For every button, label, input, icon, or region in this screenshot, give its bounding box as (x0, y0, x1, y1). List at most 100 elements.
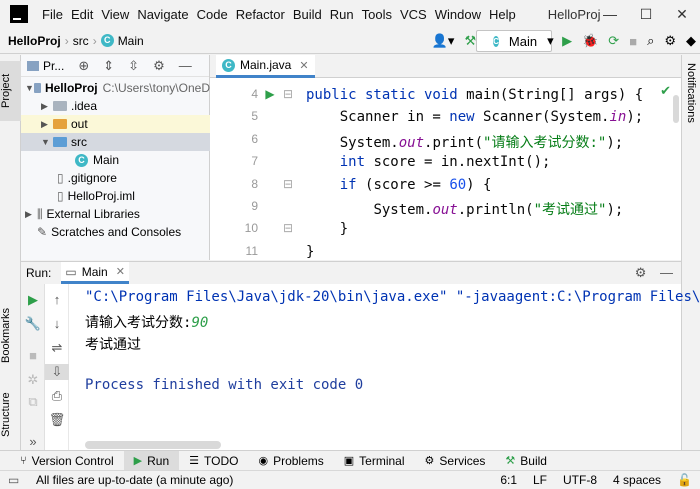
tree-item-iml[interactable]: ▯ HelloProj.iml (21, 187, 210, 205)
breadcrumb-main[interactable]: Main (118, 34, 144, 48)
scroll-to-end-icon[interactable]: ⇩ (45, 364, 69, 380)
file-icon: ▯ (57, 189, 64, 203)
tree-item-external-libraries[interactable]: ▶ ⫼ External Libraries (21, 205, 210, 223)
arrow-down-icon[interactable]: ↓ (45, 316, 69, 331)
run-tab-main[interactable]: ▭ Main ✕ (61, 262, 129, 284)
toggle-tool-windows-icon[interactable]: ▭ (8, 473, 19, 487)
run-gutter-icon[interactable]: ▶ (264, 87, 276, 101)
rerun-icon[interactable]: ▶ (21, 292, 45, 308)
menu-run[interactable]: Run (330, 7, 354, 22)
jetbrains-icon[interactable]: ◆ (686, 33, 696, 49)
maximize-button[interactable]: ☐ (628, 0, 664, 28)
tool-tab-version-control[interactable]: ⑂ Version Control (10, 451, 124, 471)
gear-icon[interactable]: ⚙ (635, 265, 647, 280)
right-tool-strip: Notifications (681, 55, 700, 450)
gear-icon[interactable]: ⚙ (153, 58, 165, 74)
hide-icon[interactable]: — (179, 58, 192, 73)
menu-help[interactable]: Help (489, 7, 516, 22)
tree-item-scratches[interactable]: ✎ Scratches and Consoles (21, 223, 210, 241)
menu-edit[interactable]: Edit (71, 7, 93, 22)
menu-tools[interactable]: Tools (362, 7, 392, 22)
minimize-button[interactable]: — (592, 0, 628, 28)
bottom-tool-tabs: ⑂ Version Control ▶ Run ☰ TODO ◉ Problem… (0, 450, 700, 471)
run-config-select[interactable]: C Main ▾ (476, 30, 554, 52)
horizontal-scrollbar[interactable] (85, 441, 221, 449)
structure-tool-tab[interactable]: Structure (0, 380, 21, 450)
wrench-icon[interactable]: 🔧 (21, 316, 45, 332)
run-toolbar-primary: ▶ 🔧 ■ ✲ ⧉ » (21, 284, 45, 451)
console-exit-message: Process finished with exit code 0 (85, 377, 364, 393)
status-message[interactable]: All files are up-to-date (a minute ago) (36, 473, 233, 487)
tool-tab-build[interactable]: ⚒ Build (495, 451, 557, 471)
tool-tab-services[interactable]: ⚙ Services (415, 451, 496, 471)
menu-refactor[interactable]: Refactor (236, 7, 285, 22)
menu-window[interactable]: Window (435, 7, 481, 22)
hide-icon[interactable]: — (660, 265, 673, 280)
close-icon[interactable]: ✕ (116, 265, 125, 278)
tree-item-gitignore[interactable]: ▯ .gitignore (21, 169, 210, 187)
settings-icon[interactable]: ⚙ (664, 33, 676, 49)
tool-tab-todo[interactable]: ☰ TODO (179, 451, 248, 471)
expand-all-icon[interactable]: ⇕ (103, 58, 114, 74)
arrow-up-icon[interactable]: ↑ (45, 292, 69, 307)
tree-item-src[interactable]: ▼ src (21, 133, 210, 151)
menu-navigate[interactable]: Navigate (137, 7, 188, 22)
class-icon: C (75, 153, 88, 167)
fold-icon[interactable]: ⊟ (282, 221, 294, 235)
fold-icon[interactable]: ⊟ (282, 177, 294, 191)
target-icon[interactable]: ⊕ (78, 58, 89, 74)
run-label: Run: (26, 266, 52, 280)
lock-icon[interactable]: 🔓 (677, 473, 692, 487)
debug-icon[interactable]: 🐞 (582, 33, 598, 49)
tab-main-java[interactable]: C Main.java ✕ (216, 55, 315, 78)
tree-item-main[interactable]: C Main (21, 151, 210, 169)
stop-icon[interactable]: ■ (629, 34, 637, 49)
search-icon[interactable]: ⌕ (647, 33, 654, 49)
line-number: 4 (251, 87, 258, 101)
tool-tab-terminal[interactable]: ▣ Terminal (334, 451, 415, 471)
soft-wrap-icon[interactable]: ⇌ (45, 340, 69, 356)
breadcrumb-project[interactable]: HelloProj (8, 34, 61, 48)
menu-vcs[interactable]: VCS (400, 7, 427, 22)
fold-icon[interactable]: ⊟ (282, 87, 294, 101)
project-tool-tab[interactable]: Project (0, 61, 21, 121)
breadcrumb-src[interactable]: src (73, 34, 89, 48)
menu-code[interactable]: Code (197, 7, 228, 22)
tool-tab-problems[interactable]: ◉ Problems (248, 451, 333, 471)
notifications-tool-tab[interactable]: Notifications (685, 63, 697, 123)
menu-view[interactable]: View (101, 7, 129, 22)
vertical-scrollbar[interactable] (673, 95, 679, 123)
menu-file[interactable]: File (42, 7, 63, 22)
close-window-button[interactable]: ✕ (664, 0, 700, 28)
debug-icon[interactable]: ✲ (21, 372, 45, 388)
menu-build[interactable]: Build (293, 7, 322, 22)
project-panel-header: Pr... ⊕ ⇕ ⇳ ⚙ — (21, 55, 209, 77)
coverage-icon[interactable]: ⟳ (608, 33, 619, 49)
chevron-right-icon: ▶ (41, 100, 48, 111)
close-icon[interactable]: ✕ (299, 59, 308, 72)
tool-tab-run[interactable]: ▶ Run (123, 450, 180, 471)
tree-item-helloproj[interactable]: ▼ HelloProj C:\Users\tony\OneD (21, 79, 210, 97)
bookmarks-tool-tab[interactable]: Bookmarks (0, 295, 21, 375)
camera-icon[interactable]: ⧉ (21, 394, 45, 410)
breadcrumb-separator: › (64, 33, 69, 48)
more-icon[interactable]: » (21, 434, 45, 449)
print-icon[interactable]: ⎙ (45, 388, 69, 404)
user-icon[interactable]: 👤▾ (432, 33, 455, 49)
tool-tab-label: Problems (273, 453, 324, 468)
file-icon: ▯ (57, 171, 64, 185)
caret-position[interactable]: 6:1 (500, 473, 517, 487)
tree-item-out[interactable]: ▶ out (21, 115, 210, 133)
tree-item-idea[interactable]: ▶ .idea (21, 97, 210, 115)
indent-setting[interactable]: 4 spaces (613, 473, 661, 487)
folder-icon (33, 83, 41, 93)
collapse-all-icon[interactable]: ⇳ (128, 58, 139, 74)
stop-icon[interactable]: ■ (21, 348, 45, 363)
run-icon[interactable]: ▶ (562, 33, 572, 49)
menu-bar: File Edit View Navigate Code Refactor Bu… (0, 0, 700, 28)
hammer-icon[interactable]: ⚒ (464, 33, 476, 49)
trash-icon[interactable]: 🗑 (45, 412, 69, 428)
file-encoding[interactable]: UTF-8 (563, 473, 597, 487)
line-separator[interactable]: LF (533, 473, 547, 487)
project-panel-title[interactable]: Pr... (43, 59, 64, 73)
